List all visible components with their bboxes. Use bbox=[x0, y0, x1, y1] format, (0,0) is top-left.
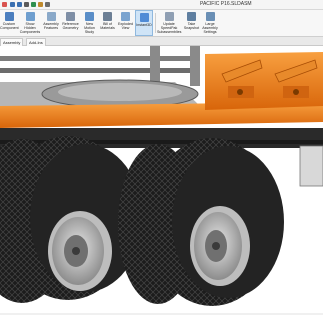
print-icon[interactable] bbox=[31, 2, 36, 7]
document-title: PACIFIC P16.SLDASM bbox=[200, 1, 252, 7]
assembly-features-icon bbox=[46, 12, 56, 21]
snapshot-icon bbox=[187, 12, 196, 21]
button-label: Take Snapshot bbox=[183, 22, 200, 30]
undo-icon[interactable] bbox=[38, 2, 43, 7]
take-snapshot-button[interactable]: Take Snapshot bbox=[183, 10, 200, 36]
fifth-wheel bbox=[41, 79, 199, 109]
new-icon[interactable] bbox=[10, 2, 15, 7]
button-label: Update SpeedPak Subassemblies bbox=[157, 22, 182, 34]
command-manager-ribbon: Custom Component Show Hidden Components … bbox=[0, 10, 323, 37]
large-assembly-settings-button[interactable]: Large Assembly Settings bbox=[201, 10, 219, 36]
exploded-view-icon bbox=[121, 12, 130, 21]
button-label: Large Assembly Settings bbox=[202, 22, 218, 34]
show-hidden-components-button[interactable]: Show Hidden Components bbox=[19, 10, 41, 36]
rear-tire-right bbox=[118, 138, 284, 306]
custom-component-icon bbox=[4, 12, 14, 21]
reference-geometry-button[interactable]: Reference Geometry bbox=[61, 10, 80, 36]
command-tabs: Assembly Add-Ins bbox=[0, 37, 323, 46]
show-hidden-icon bbox=[25, 12, 35, 21]
assembly-features-button[interactable]: Assembly Features bbox=[42, 10, 60, 36]
speedpak-icon bbox=[164, 12, 174, 21]
custom-component-button[interactable]: Custom Component bbox=[0, 10, 19, 36]
tab-assembly[interactable]: Assembly bbox=[0, 38, 24, 46]
motion-study-icon bbox=[85, 12, 94, 21]
button-label: New Motion Study bbox=[84, 22, 95, 34]
button-label: Custom Component bbox=[0, 22, 19, 30]
options-icon[interactable] bbox=[45, 2, 50, 7]
exploded-view-button[interactable]: Exploded View bbox=[117, 10, 134, 36]
instant3d-button[interactable]: Instant3D bbox=[135, 10, 153, 36]
button-label: Exploded View bbox=[118, 22, 133, 30]
update-speedpak-button[interactable]: Update SpeedPak Subassemblies bbox=[157, 10, 181, 36]
bill-of-materials-button[interactable]: Bill of Materials bbox=[99, 10, 116, 36]
tab-add-ins[interactable]: Add-Ins bbox=[26, 38, 46, 46]
save-icon[interactable] bbox=[24, 2, 29, 7]
graphics-viewport[interactable] bbox=[0, 46, 323, 323]
solidworks-logo-icon[interactable] bbox=[2, 2, 7, 7]
button-label: Reference Geometry bbox=[62, 22, 79, 30]
large-assembly-icon bbox=[205, 12, 215, 21]
ribbon-separator bbox=[155, 13, 156, 33]
button-label: Bill of Materials bbox=[100, 22, 115, 30]
reference-geometry-icon bbox=[66, 12, 75, 21]
truck-3d-model[interactable] bbox=[0, 46, 323, 323]
title-bar: PACIFIC P16.SLDASM bbox=[0, 0, 323, 10]
button-label: Assembly Features bbox=[43, 22, 59, 30]
button-label: Show Hidden Components bbox=[19, 22, 41, 34]
bom-icon bbox=[103, 12, 112, 21]
open-icon[interactable] bbox=[17, 2, 22, 7]
new-motion-study-button[interactable]: New Motion Study bbox=[81, 10, 98, 36]
button-label: Instant3D bbox=[136, 23, 152, 27]
instant3d-icon bbox=[139, 13, 149, 22]
